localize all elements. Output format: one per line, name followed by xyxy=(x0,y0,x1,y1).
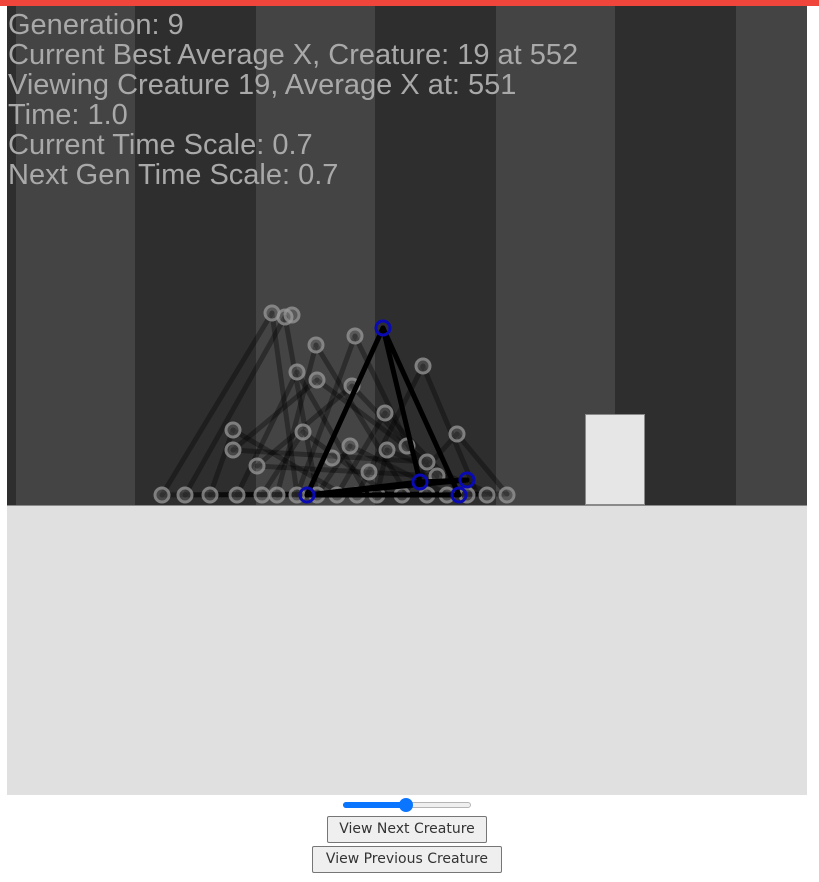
ghost-node-icon xyxy=(228,486,246,504)
ghost-node-icon xyxy=(307,336,325,354)
ghost-node-icon xyxy=(448,425,466,443)
view-next-creature-button[interactable]: View Next Creature xyxy=(327,816,487,843)
slider-thumb[interactable] xyxy=(398,798,413,812)
ghost-node-icon xyxy=(268,486,286,504)
ghost-node-icon xyxy=(224,441,242,459)
time-label: Time: 1.0 xyxy=(8,99,128,131)
best-creature-label: Current Best Average X, Creature: 19 at … xyxy=(8,39,579,71)
view-previous-creature-button[interactable]: View Previous Creature xyxy=(312,846,502,873)
generation-label: Generation: 9 xyxy=(8,9,184,41)
ghost-node-icon xyxy=(378,441,396,459)
ghost-node-icon xyxy=(248,457,266,475)
slider-fill xyxy=(343,802,406,808)
ghost-node-icon xyxy=(201,486,219,504)
ghost-node-icon xyxy=(360,463,378,481)
ghost-node-icon xyxy=(376,404,394,422)
time-scale-label: Current Time Scale: 0.7 xyxy=(8,129,313,161)
ghost-node-icon xyxy=(308,371,326,389)
simulation-canvas: Generation: 9 Current Best Average X, Cr… xyxy=(7,6,807,795)
ghost-node-icon xyxy=(176,486,194,504)
ghost-node-icon xyxy=(498,486,516,504)
viewing-creature-label: Viewing Creature 19, Average X at: 551 xyxy=(8,69,517,101)
ghost-node-icon xyxy=(346,327,364,345)
next-gen-time-scale-label: Next Gen Time Scale: 0.7 xyxy=(8,159,339,191)
ghost-node-icon xyxy=(288,363,306,381)
ghost-node-icon xyxy=(283,306,301,324)
ghost-node-icon xyxy=(153,486,171,504)
ghost-creatures xyxy=(153,304,516,504)
ghost-node-icon xyxy=(253,486,271,504)
time-scale-slider[interactable] xyxy=(343,797,471,813)
ghost-node-icon xyxy=(224,421,242,439)
ghost-node-icon xyxy=(414,357,432,375)
hud-overlay: Generation: 9 Current Best Average X, Cr… xyxy=(8,10,578,190)
ghost-node-icon xyxy=(341,437,359,455)
ghost-node-icon xyxy=(478,486,496,504)
ghost-node-icon xyxy=(418,453,436,471)
ghost-node-icon xyxy=(294,423,312,441)
